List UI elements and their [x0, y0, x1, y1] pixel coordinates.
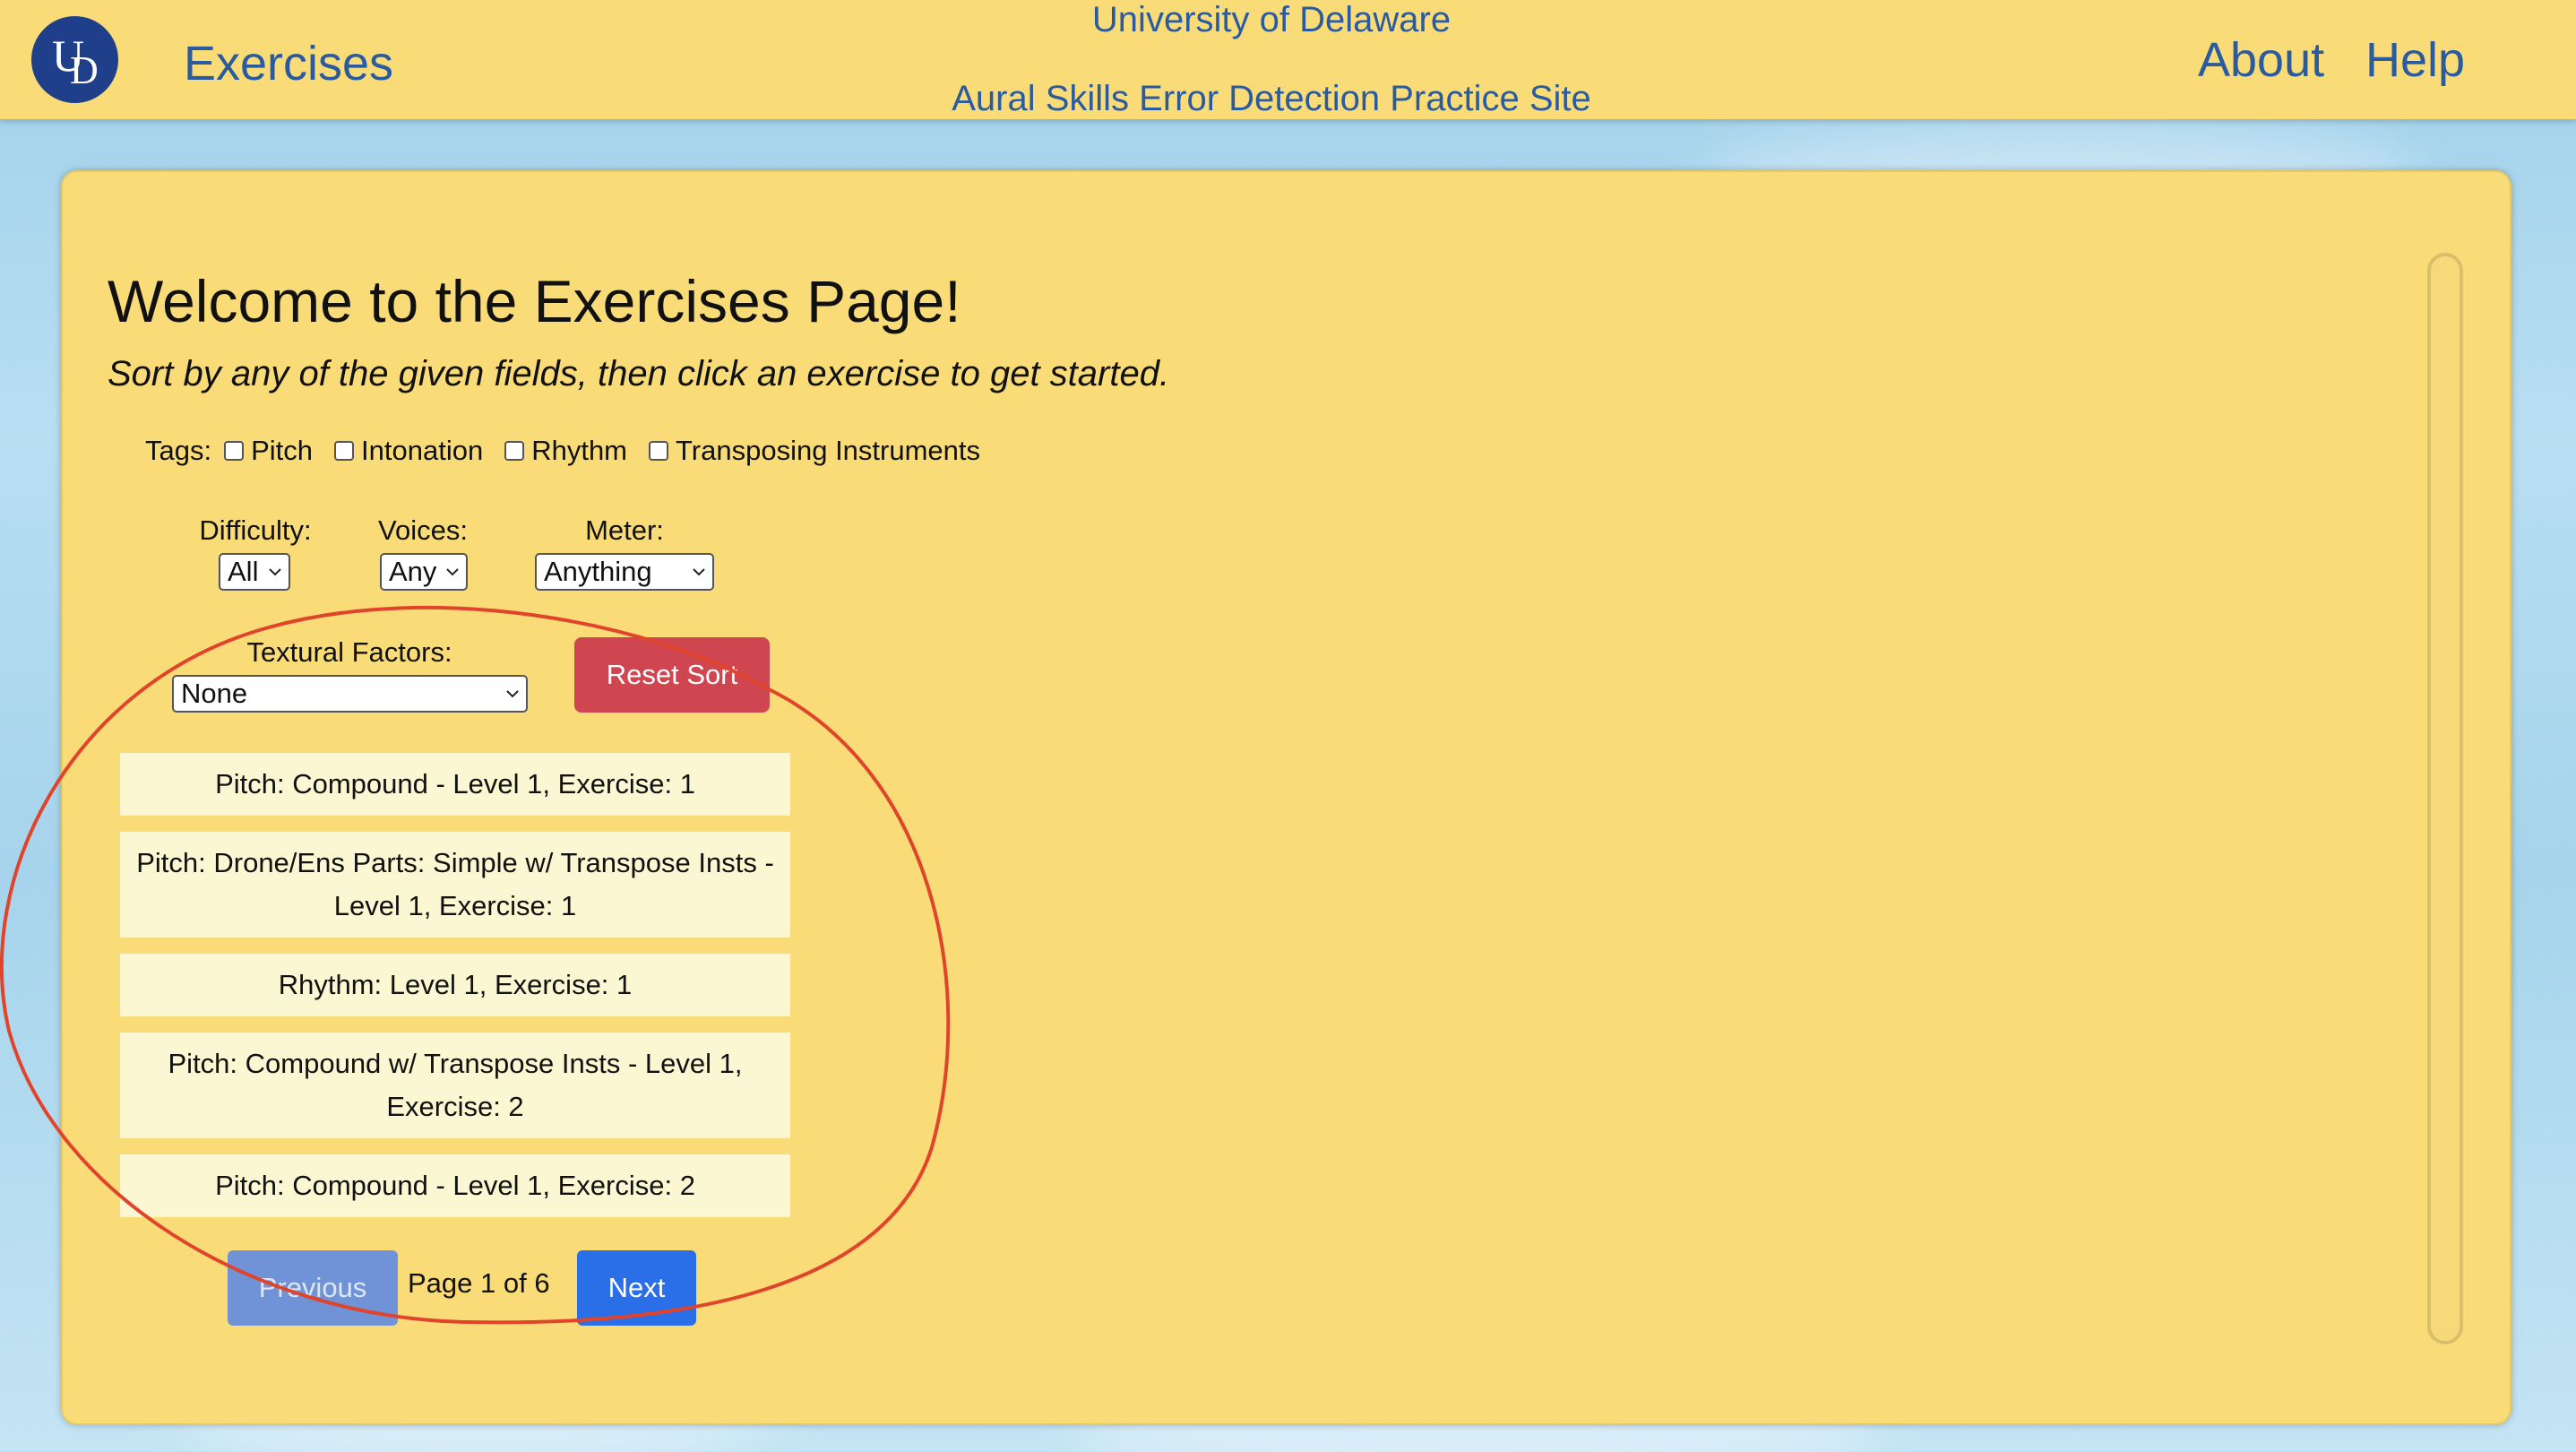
chevron-down-icon: [689, 562, 709, 582]
nav-link-help[interactable]: Help: [2365, 32, 2465, 88]
exercise-item[interactable]: Pitch: Compound - Level 1, Exercise: 1: [120, 753, 790, 816]
tag-intonation-label: Intonation: [361, 435, 484, 466]
site-subtitle: Aural Skills Error Detection Practice Si…: [952, 79, 1591, 118]
tags-filter: Tags: Pitch Intonation Rhythm Transposin…: [145, 435, 1002, 467]
meter-value: Anything: [544, 556, 652, 587]
tag-transposing[interactable]: Transposing Instruments: [649, 435, 980, 467]
next-page-button[interactable]: Next: [577, 1250, 696, 1326]
voices-value: Any: [389, 556, 437, 587]
reset-sort-button[interactable]: Reset Sort: [574, 637, 770, 713]
exercise-item[interactable]: Pitch: Drone/Ens Parts: Simple w/ Transp…: [120, 832, 790, 938]
exercise-item[interactable]: Pitch: Compound w/ Transpose Insts - Lev…: [120, 1033, 790, 1138]
difficulty-label: Difficulty:: [199, 514, 312, 546]
difficulty-select[interactable]: All: [219, 553, 290, 591]
tag-intonation[interactable]: Intonation: [334, 435, 483, 467]
tag-pitch-checkbox[interactable]: [224, 441, 245, 461]
textural-factors-value: None: [181, 678, 248, 709]
top-navbar: U D Exercises University of Delaware Aur…: [0, 0, 2576, 119]
chevron-down-icon: [443, 562, 462, 582]
tags-label: Tags:: [145, 435, 212, 466]
tag-transposing-label: Transposing Instruments: [676, 435, 981, 466]
chevron-down-icon: [265, 562, 285, 582]
meter-select[interactable]: Anything: [535, 553, 714, 591]
tag-transposing-checkbox[interactable]: [649, 441, 669, 461]
previous-page-button[interactable]: Previous: [228, 1250, 398, 1326]
card-scrollbar[interactable]: [2427, 253, 2463, 1344]
tag-pitch-label: Pitch: [251, 435, 314, 466]
exercise-item[interactable]: Pitch: Compound - Level 1, Exercise: 2: [120, 1154, 790, 1217]
chevron-down-icon: [503, 684, 522, 704]
tag-intonation-checkbox[interactable]: [334, 441, 355, 461]
tag-rhythm-checkbox[interactable]: [504, 441, 525, 461]
page-subtitle: Sort by any of the given fields, then cl…: [108, 354, 1170, 393]
site-university-title: University of Delaware: [1091, 0, 1452, 39]
voices-label: Voices:: [378, 514, 468, 546]
exercise-item[interactable]: Rhythm: Level 1, Exercise: 1: [120, 954, 790, 1016]
meter-label: Meter:: [585, 514, 664, 546]
textural-factors-label: Textural Factors:: [246, 636, 452, 668]
difficulty-value: All: [228, 556, 259, 587]
page-title: Welcome to the Exercises Page!: [108, 268, 961, 334]
tag-rhythm[interactable]: Rhythm: [504, 435, 627, 467]
textural-factors-select[interactable]: None: [172, 675, 528, 713]
nav-link-about[interactable]: About: [2198, 32, 2324, 88]
tag-rhythm-label: Rhythm: [531, 435, 628, 466]
tag-pitch[interactable]: Pitch: [224, 435, 313, 467]
voices-select[interactable]: Any: [380, 553, 468, 591]
page-indicator: Page 1 of 6: [408, 1267, 550, 1299]
